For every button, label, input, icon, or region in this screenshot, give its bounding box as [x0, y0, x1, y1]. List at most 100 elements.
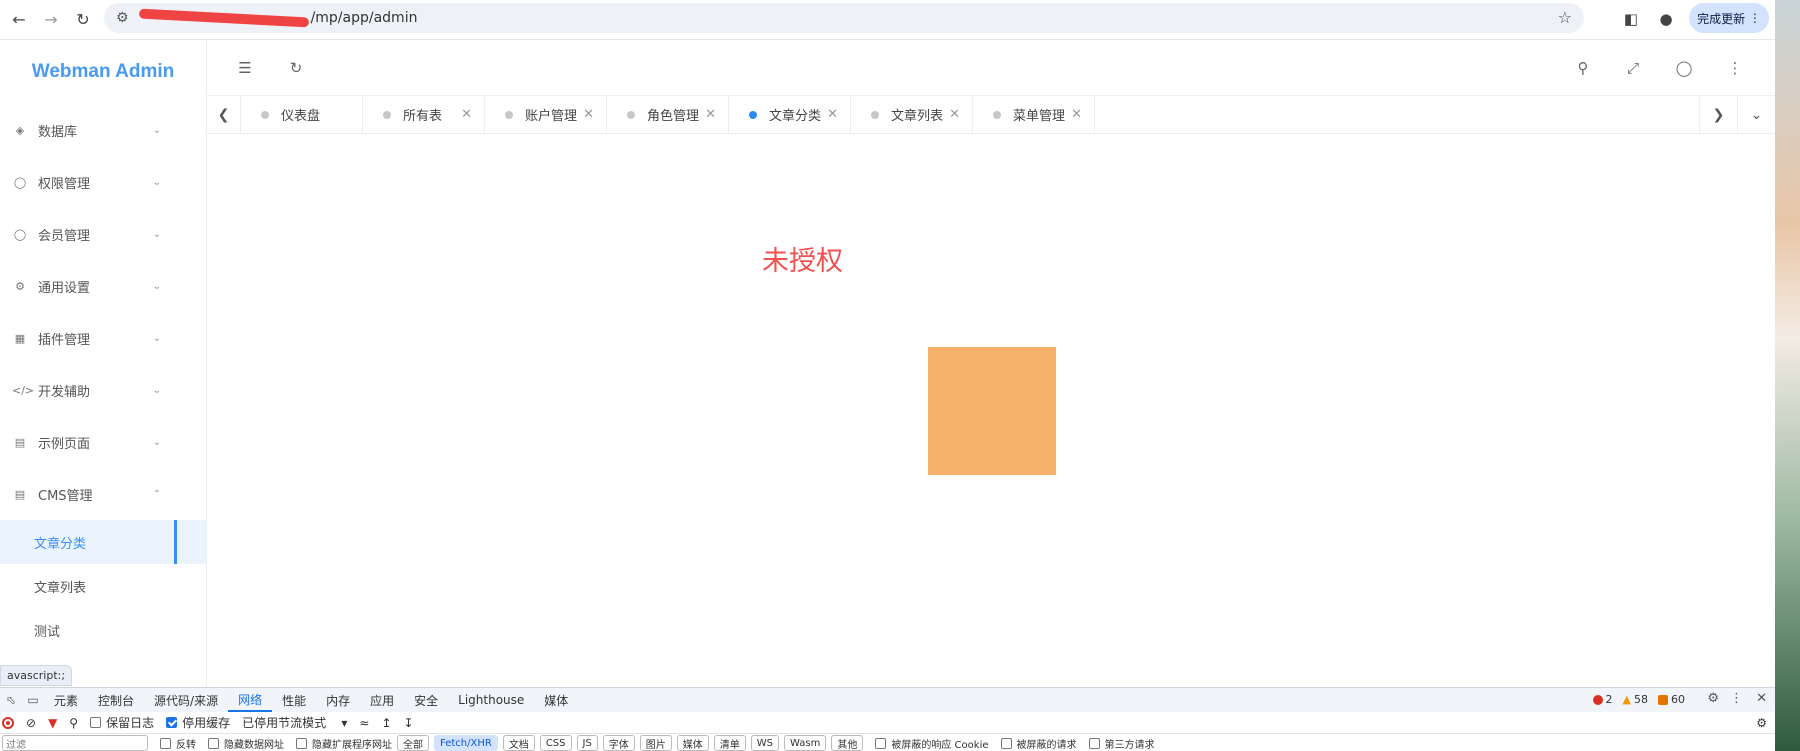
close-icon[interactable]: ✕ — [949, 107, 960, 122]
unauthorized-message: 未授权 — [762, 246, 843, 277]
sidebar-item-5[interactable]: </> 开发辅助 ⌄ — [0, 364, 206, 416]
export-icon[interactable]: ↧ — [404, 716, 414, 730]
chevron-down-icon: ⌄ — [152, 228, 161, 240]
side-panel-icon[interactable]: ◧ — [1620, 8, 1642, 30]
refresh-icon[interactable]: ↻ — [286, 58, 306, 78]
tab-status-dot — [383, 110, 391, 119]
devtools-tab-4[interactable]: 性能 — [272, 688, 316, 712]
blocked-requests-checkbox[interactable]: 被屏蔽的请求 — [1000, 736, 1077, 751]
sidebar-subitem-1[interactable]: 文章列表 — [0, 564, 206, 608]
tab-label: 角色管理 — [647, 109, 700, 124]
resource-type-chips: 全部 Fetch/XHR 文档 CSS JS 字体 图片 媒体 清单 WS Wasm 其他 — [392, 735, 864, 751]
tab-label: 文章分类 — [769, 109, 822, 124]
close-icon[interactable]: ✕ — [461, 107, 472, 122]
sidebar-subitem-0[interactable]: 文章分类 — [0, 520, 206, 564]
resource-chip-1[interactable]: Fetch/XHR — [434, 735, 498, 751]
address-bar[interactable]: ⚙ /mp/app/admin ☆ — [104, 3, 1584, 33]
devtools-tab-3[interactable]: 网络 — [228, 688, 273, 712]
devtools-tab-7[interactable]: 安全 — [404, 688, 448, 712]
tab-0[interactable]: 仪表盘✕ — [241, 96, 363, 133]
sidebar-subitem-2[interactable]: 测试 — [0, 608, 206, 652]
inspect-element-icon[interactable]: ⬁ — [0, 693, 22, 707]
tab-status-dot — [627, 110, 635, 119]
bookmark-star-icon[interactable]: ☆ — [1558, 8, 1572, 27]
tab-5[interactable]: 文章列表 ✕ — [851, 96, 973, 133]
device-toolbar-icon[interactable]: ▭ — [22, 693, 44, 707]
tab-scroll-right-icon[interactable]: ❯ — [1699, 96, 1737, 133]
resource-chip-5[interactable]: 字体 — [602, 735, 635, 751]
tab-6[interactable]: 菜单管理 ✕ — [973, 96, 1095, 133]
devtools-more-icon[interactable]: ⋮ — [1730, 691, 1743, 706]
sidebar-item-2[interactable]: ◯ 会员管理 ⌄ — [0, 208, 206, 260]
tab-3[interactable]: 角色管理 ✕ — [607, 96, 729, 133]
hide-ext-urls-checkbox[interactable]: 隐藏扩展程序网址 — [296, 736, 392, 751]
devtools-tab-8[interactable]: Lighthouse — [448, 688, 534, 712]
tab-scroll-left-icon[interactable]: ❮ — [207, 96, 241, 133]
devtools-tab-2[interactable]: 源代码/来源 — [144, 688, 228, 712]
sidebar-item-6[interactable]: ▤ 示例页面 ⌄ — [0, 416, 206, 468]
back-icon[interactable]: ← — [6, 7, 32, 33]
resource-chip-6[interactable]: 图片 — [639, 735, 672, 751]
devtools-close-icon[interactable]: ✕ — [1756, 691, 1767, 706]
close-icon[interactable]: ✕ — [583, 107, 594, 122]
forward-icon[interactable]: → — [38, 7, 64, 33]
reload-icon[interactable]: ↻ — [70, 7, 96, 33]
sidebar-item-7[interactable]: ▤ CMS管理 ⌃ — [0, 468, 206, 520]
resource-chip-8[interactable]: 清单 — [713, 735, 746, 751]
record-icon[interactable] — [2, 716, 14, 729]
filter-funnel-icon[interactable]: ▼ — [48, 716, 57, 730]
tab-4[interactable]: 文章分类 ✕ — [729, 96, 851, 133]
invert-checkbox[interactable]: 反转 — [160, 736, 196, 751]
profile-icon[interactable]: ● — [1655, 8, 1677, 30]
sidebar-submenu: 文章分类 文章列表 测试 — [0, 520, 206, 652]
more-icon[interactable]: ⋮ — [1725, 58, 1745, 78]
devtools-tab-0[interactable]: 元素 — [44, 688, 88, 712]
devtools-tab-1[interactable]: 控制台 — [88, 688, 144, 712]
filter-input[interactable]: 过滤 — [2, 735, 148, 751]
resource-chip-11[interactable]: 其他 — [831, 735, 864, 751]
shield-icon: ◯ — [13, 175, 27, 189]
preserve-log-checkbox[interactable]: 保留日志 — [90, 714, 154, 731]
resource-chip-3[interactable]: CSS — [539, 735, 572, 751]
sidebar-item-0[interactable]: ◈ 数据库 ⌄ — [0, 104, 206, 156]
tab-1[interactable]: 所有表 ✕ — [363, 96, 485, 133]
devtools-tab-6[interactable]: 应用 — [360, 688, 404, 712]
devtools-tab-9[interactable]: 媒体 — [534, 688, 578, 712]
clear-icon[interactable]: ⊘ — [26, 716, 36, 730]
resource-chip-2[interactable]: 文档 — [502, 735, 535, 751]
resource-chip-10[interactable]: Wasm — [784, 735, 827, 751]
menu-fold-icon[interactable]: ☰ — [235, 58, 255, 78]
sidebar-item-4[interactable]: ▦ 插件管理 ⌄ — [0, 312, 206, 364]
resource-chip-7[interactable]: 媒体 — [676, 735, 709, 751]
chevron-down-icon: ⌄ — [152, 280, 161, 292]
update-button[interactable]: 完成更新 ⋮ — [1689, 3, 1769, 33]
close-icon[interactable]: ✕ — [705, 107, 716, 122]
site-settings-icon[interactable]: ⚙ — [116, 10, 129, 26]
close-icon[interactable]: ✕ — [1071, 107, 1082, 122]
checkbox-box — [90, 717, 102, 728]
sidebar-item-3[interactable]: ⚙ 通用设置 ⌄ — [0, 260, 206, 312]
import-icon[interactable]: ↥ — [381, 716, 391, 730]
resource-chip-4[interactable]: JS — [576, 735, 598, 751]
network-settings-icon[interactable]: ⚙ — [1756, 716, 1767, 730]
throttle-select[interactable]: 已停用节流模式 ▾ — [242, 714, 347, 731]
devtools-settings-icon[interactable]: ⚙ — [1707, 691, 1719, 706]
devtools-tab-5[interactable]: 内存 — [316, 688, 360, 712]
checkbox-box — [208, 737, 219, 749]
tab-menu-chevron-down-icon[interactable]: ⌄ — [1737, 96, 1775, 133]
resource-chip-9[interactable]: WS — [750, 735, 780, 751]
network-search-icon[interactable]: ⚲ — [69, 716, 78, 730]
tab-2[interactable]: 账户管理 ✕ — [485, 96, 607, 133]
wifi-conditions-icon[interactable]: ≈ — [359, 716, 369, 730]
disable-cache-checkbox[interactable]: 停用缓存 — [166, 714, 230, 731]
hide-data-urls-checkbox[interactable]: 隐藏数据网址 — [208, 736, 284, 751]
fullscreen-icon[interactable]: ⤢ — [1623, 58, 1643, 78]
search-icon[interactable]: ⚲ — [1573, 58, 1593, 78]
blocked-cookies-checkbox[interactable]: 被屏蔽的响应 Cookie — [875, 736, 989, 751]
resource-chip-0[interactable]: 全部 — [397, 735, 429, 751]
third-party-checkbox[interactable]: 第三方请求 — [1088, 736, 1155, 751]
user-icon[interactable]: ◯ — [1674, 58, 1694, 78]
sidebar-item-1[interactable]: ◯ 权限管理 ⌄ — [0, 156, 206, 208]
devtools-counts[interactable]: 2 ▲ 58 60 — [1592, 693, 1685, 706]
close-icon[interactable]: ✕ — [827, 107, 838, 122]
